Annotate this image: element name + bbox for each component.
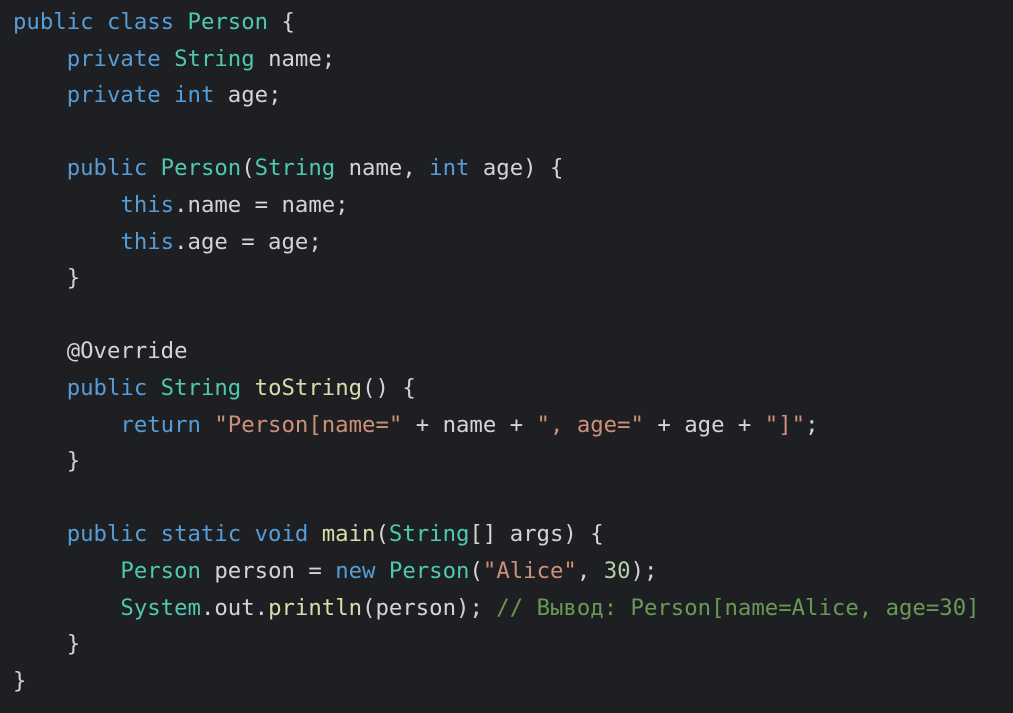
code-line: Person person = new Person("Alice", 30); bbox=[13, 553, 1013, 590]
code-token-plain: () { bbox=[362, 374, 416, 401]
code-line: public static void main(String[] args) { bbox=[13, 516, 1013, 553]
code-token-plain: .out. bbox=[200, 594, 269, 621]
code-line: System.out.println(person); // Вывод: Pe… bbox=[13, 590, 1013, 627]
code-token-plain: .name = name; bbox=[174, 191, 349, 218]
code-line: } bbox=[13, 260, 1013, 297]
code-token-keyword: private bbox=[13, 45, 175, 72]
code-token-method: main bbox=[321, 521, 376, 548]
code-token-plain: { bbox=[268, 9, 295, 35]
code-line: } bbox=[13, 663, 1013, 700]
code-token-method: println bbox=[268, 594, 363, 621]
code-token-comment: // Вывод: Person[name=Alice, age=30] bbox=[496, 594, 980, 621]
code-line: } bbox=[13, 626, 1013, 663]
code-line: private String name; bbox=[13, 41, 1013, 78]
code-token-keyword: public class bbox=[13, 9, 188, 35]
code-token-string: "Alice" bbox=[482, 557, 577, 584]
code-token-type: String bbox=[254, 155, 336, 182]
code-token-keyword: this bbox=[13, 228, 175, 255]
code-token-keyword: int bbox=[429, 155, 470, 182]
code-token-plain: ); bbox=[630, 557, 658, 584]
code-token-plain: ( bbox=[375, 521, 389, 548]
code-line: public class Person { bbox=[13, 4, 1013, 41]
code-token-annotation: @Override bbox=[13, 338, 188, 365]
code-token-type: Person bbox=[187, 9, 269, 35]
code-token-method: toString bbox=[254, 374, 363, 401]
code-token-type: Person bbox=[388, 557, 470, 584]
code-token-plain: } bbox=[13, 265, 81, 292]
code-token-plain: [] args) { bbox=[469, 521, 604, 548]
code-token-plain: (person); bbox=[362, 594, 497, 621]
code-token-type: String bbox=[174, 45, 255, 72]
code-line: return "Person[name=" + name + ", age=" … bbox=[13, 407, 1013, 444]
code-token-plain: person = bbox=[200, 557, 336, 584]
code-editor[interactable]: public class Person { private String nam… bbox=[0, 0, 1013, 713]
code-line: } bbox=[13, 443, 1013, 480]
code-token-plain: name; bbox=[254, 45, 336, 72]
code-token-type: Person bbox=[120, 557, 201, 584]
code-token-plain: + name + bbox=[402, 411, 537, 438]
code-token-plain: + age + bbox=[643, 411, 765, 438]
code-token-plain: age) { bbox=[469, 155, 564, 182]
code-token-plain: age; bbox=[214, 82, 282, 109]
code-token-keyword: public bbox=[13, 374, 161, 401]
code-token-plain: } bbox=[13, 667, 27, 694]
code-token-plain: ; bbox=[805, 411, 819, 438]
code-line: @Override bbox=[13, 333, 1013, 370]
code-token-plain: name, bbox=[335, 155, 430, 182]
code-line: this.name = name; bbox=[13, 187, 1013, 224]
code-token-keyword: private bbox=[13, 82, 175, 109]
code-token-keyword: return bbox=[13, 411, 215, 438]
code-token-string: "Person[name=" bbox=[214, 411, 403, 438]
code-token-keyword: new bbox=[335, 557, 389, 584]
code-token-number: 30 bbox=[603, 557, 631, 584]
code-token-type: System bbox=[120, 594, 201, 621]
code-token-string: "]" bbox=[764, 411, 806, 438]
code-line: private int age; bbox=[13, 77, 1013, 114]
code-token-keyword: public bbox=[13, 155, 161, 182]
code-token-plain: ( bbox=[241, 155, 255, 182]
code-token-type: Person bbox=[160, 155, 242, 182]
code-line: public String toString() { bbox=[13, 370, 1013, 407]
code-line: public Person(String name, int age) { bbox=[13, 150, 1013, 187]
code-token-plain: } bbox=[13, 448, 81, 475]
code-token-plain: .age = age; bbox=[174, 228, 322, 255]
code-token-type: String bbox=[388, 521, 470, 548]
code-line: this.age = age; bbox=[13, 224, 1013, 261]
code-token-plain: ( bbox=[469, 557, 483, 584]
code-block: public class Person { private String nam… bbox=[13, 4, 1013, 699]
code-token-plain: , bbox=[576, 557, 604, 584]
code-token-keyword: public static void bbox=[13, 521, 322, 548]
code-token-type: String bbox=[160, 374, 242, 401]
code-token-string: ", age=" bbox=[536, 411, 644, 438]
code-token-keyword: int bbox=[174, 82, 215, 109]
code-token-plain: } bbox=[13, 631, 81, 658]
code-token-keyword: this bbox=[13, 191, 175, 218]
